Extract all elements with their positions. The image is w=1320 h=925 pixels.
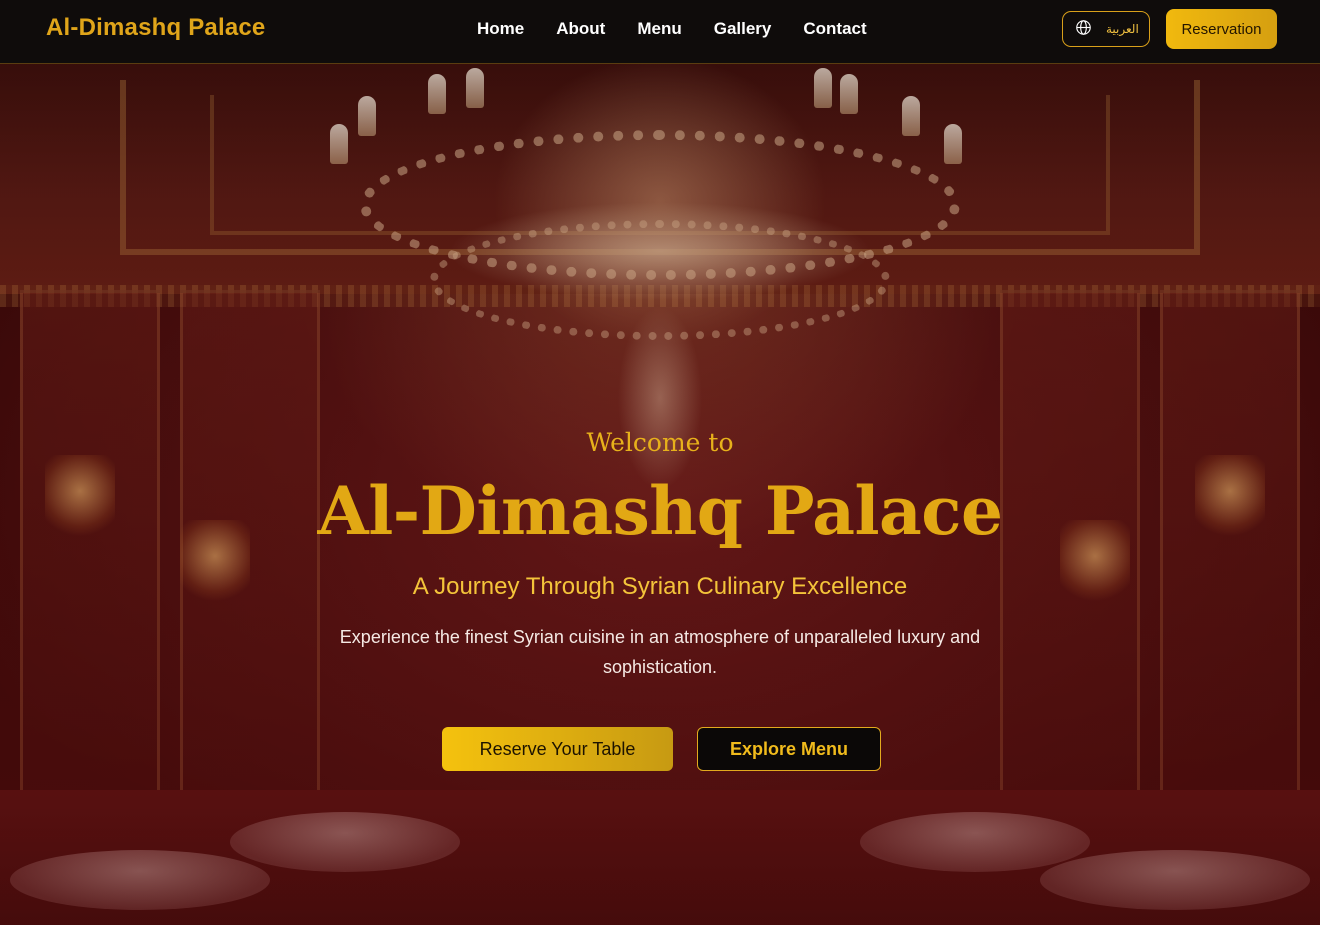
site-header: Al-Dimashq Palace Home About Menu Galler…	[0, 0, 1320, 64]
nav-about[interactable]: About	[556, 19, 605, 39]
hero-subtitle: A Journey Through Syrian Culinary Excell…	[412, 573, 908, 600]
explore-menu-button[interactable]: Explore Menu	[697, 727, 881, 771]
reserve-table-button[interactable]: Reserve Your Table	[442, 727, 673, 771]
hero-section: Welcome to Al-Dimashq Palace A Journey T…	[0, 0, 1320, 925]
nav-contact[interactable]: Contact	[803, 19, 866, 39]
hero-description: Experience the finest Syrian cuisine in …	[339, 627, 981, 677]
nav-menu[interactable]: Menu	[637, 19, 681, 39]
nav-home[interactable]: Home	[477, 19, 524, 39]
reservation-button[interactable]: Reservation	[1166, 9, 1277, 49]
hero-welcome-text: Welcome to	[586, 428, 734, 457]
site-logo[interactable]: Al-Dimashq Palace	[46, 14, 265, 42]
main-nav: Home About Menu Gallery Contact	[477, 19, 899, 39]
nav-gallery[interactable]: Gallery	[714, 19, 772, 39]
language-toggle-button[interactable]: العربية	[1062, 11, 1150, 47]
hero-title: Al-Dimashq Palace	[317, 472, 1003, 550]
language-label: العربية	[1106, 22, 1139, 36]
globe-icon	[1075, 19, 1092, 39]
